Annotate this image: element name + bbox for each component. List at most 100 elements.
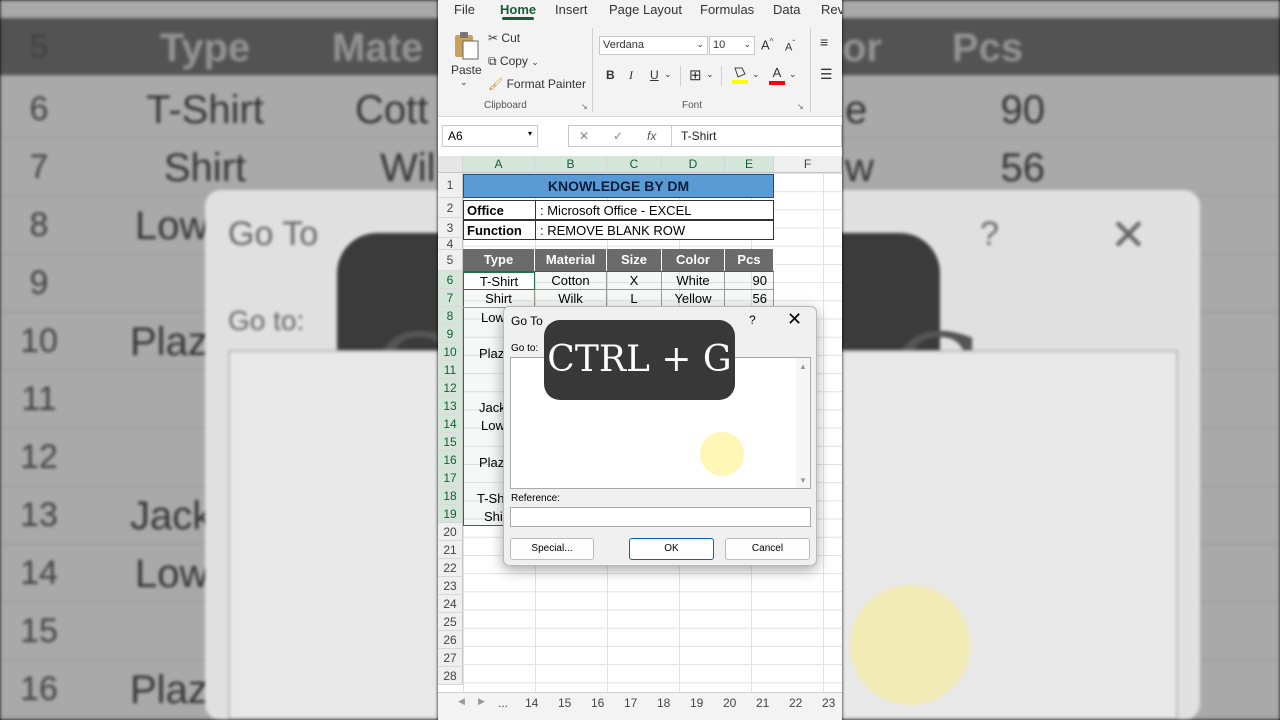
row-header[interactable]: 23 (438, 577, 463, 595)
sheet-tab[interactable]: 20 (723, 696, 736, 710)
col-header-b[interactable]: B (535, 156, 607, 173)
scroll-right-icon[interactable]: ▶ (478, 696, 485, 707)
paste-button[interactable]: Paste (451, 63, 482, 77)
col-header-f[interactable]: F (774, 156, 842, 173)
font-name-box[interactable]: Verdana ⌄ (599, 36, 708, 55)
row-header[interactable]: 12 (438, 379, 463, 397)
sheet-tab[interactable]: 21 (756, 696, 769, 710)
goto-list-scrollbar[interactable]: ▲ ▼ (796, 358, 810, 488)
header-type[interactable]: Type (463, 249, 535, 271)
cancel-button[interactable]: Cancel (725, 538, 810, 560)
sheet-tab[interactable]: 17 (624, 696, 637, 710)
bold-button[interactable]: B (606, 68, 615, 82)
fill-color-dropdown-icon[interactable]: ⌄ (752, 69, 760, 80)
font-color-dropdown-icon[interactable]: ⌄ (789, 69, 797, 80)
align-top-icon[interactable]: ≡ (820, 34, 828, 50)
header-size[interactable]: Size (607, 249, 662, 271)
row-header[interactable]: 26 (438, 631, 463, 649)
cell-a19[interactable]: Shi (484, 509, 503, 524)
italic-button[interactable]: I (629, 68, 633, 83)
row-header[interactable]: 7 (438, 289, 463, 307)
row-header[interactable]: 2 (438, 198, 463, 218)
col-header-d[interactable]: D (662, 156, 725, 173)
tab-data[interactable]: Data (773, 2, 800, 17)
sheet-tab[interactable]: 23 (822, 696, 835, 710)
increase-font-icon[interactable]: A^ (761, 37, 773, 52)
row-header[interactable]: 24 (438, 595, 463, 613)
row-header[interactable]: 25 (438, 613, 463, 631)
row-header[interactable]: 11 (438, 361, 463, 379)
col-header-e[interactable]: E (725, 156, 774, 173)
special-button[interactable]: Special... (510, 538, 594, 560)
sheet-tab[interactable]: 22 (789, 696, 802, 710)
name-box[interactable]: A6 ▾ (442, 125, 538, 147)
scroll-up-icon[interactable]: ▲ (799, 362, 807, 371)
row-header[interactable]: 22 (438, 559, 463, 577)
cell-b6[interactable]: Cotton (535, 272, 607, 290)
cell-a8[interactable]: Low (481, 310, 505, 325)
office-row[interactable]: Office : Microsoft Office - EXCEL (463, 200, 774, 220)
row-header[interactable]: 10 (438, 343, 463, 361)
sheet-tab[interactable]: 19 (690, 696, 703, 710)
cell-d6[interactable]: White (662, 272, 725, 290)
cell-a13[interactable]: Jack (479, 400, 506, 415)
borders-dropdown-icon[interactable]: ⌄ (706, 69, 714, 80)
reference-input[interactable] (510, 507, 811, 527)
help-icon[interactable]: ? (749, 313, 756, 327)
fill-color-icon[interactable] (732, 65, 748, 85)
row-header[interactable]: 27 (438, 649, 463, 667)
sheet-tab[interactable]: 15 (558, 696, 571, 710)
row-header[interactable]: 13 (438, 397, 463, 415)
row-header[interactable]: 17 (438, 469, 463, 487)
copy-button[interactable]: ⧉ Copy ⌄ (488, 54, 539, 69)
header-color[interactable]: Color (662, 249, 725, 271)
header-pcs[interactable]: Pcs (725, 249, 774, 271)
cell-a16[interactable]: Plaz (479, 455, 504, 470)
row-header[interactable]: 9 (438, 325, 463, 343)
font-size-box[interactable]: 10 ⌄ (709, 36, 755, 55)
paste-icon[interactable] (452, 31, 480, 61)
cell-c6[interactable]: X (607, 272, 662, 290)
close-icon[interactable]: ✕ (787, 309, 802, 330)
sheet-tab[interactable]: 18 (657, 696, 670, 710)
align-left-icon[interactable]: ☰ (820, 66, 833, 83)
tab-home[interactable]: Home (500, 2, 536, 20)
cell-a6[interactable]: T-Shirt (463, 272, 535, 290)
function-row[interactable]: Function : REMOVE BLANK ROW (463, 220, 774, 240)
row-header[interactable]: 28 (438, 667, 463, 685)
cut-button[interactable]: ✂ Cut (488, 31, 520, 45)
col-header-c[interactable]: C (607, 156, 662, 173)
cell-a14[interactable]: Low (481, 418, 505, 433)
cell-a18[interactable]: T-Sh (477, 491, 504, 506)
cell-e6[interactable]: 90 (725, 272, 774, 290)
underline-button[interactable]: U (650, 68, 659, 82)
tab-insert[interactable]: Insert (555, 2, 588, 17)
tab-formulas[interactable]: Formulas (700, 2, 754, 17)
scroll-left-icon[interactable]: ◀ (458, 696, 465, 707)
cell-a10[interactable]: Plaz (479, 346, 504, 361)
scroll-down-icon[interactable]: ▼ (799, 476, 807, 485)
sheetbar-ellipsis[interactable]: ... (498, 696, 508, 710)
sheet-tab[interactable]: 16 (591, 696, 604, 710)
sheet-tab[interactable]: 14 (525, 696, 538, 710)
row-header[interactable]: 14 (438, 415, 463, 433)
decrease-font-icon[interactable]: Aˇ (785, 39, 795, 54)
format-painter-button[interactable]: 🖌 Format Painter (488, 77, 586, 91)
ok-button[interactable]: OK (629, 538, 714, 560)
tab-file[interactable]: File (454, 2, 475, 17)
clipboard-launcher-icon[interactable]: ↘ (581, 102, 588, 111)
row-header[interactable]: 1 (438, 173, 463, 198)
header-material[interactable]: Material (535, 249, 607, 271)
row-header[interactable]: 4 (438, 238, 463, 250)
sheet-title-cell[interactable]: KNOWLEDGE BY DM (463, 174, 774, 198)
tab-review[interactable]: Revi (821, 2, 842, 17)
font-launcher-icon[interactable]: ↘ (797, 102, 804, 111)
row-header[interactable]: 15 (438, 433, 463, 451)
row-header[interactable]: 8 (438, 307, 463, 325)
row-header[interactable]: 18 (438, 487, 463, 505)
font-color-icon[interactable]: A (769, 65, 785, 85)
row-header[interactable]: 20 (438, 523, 463, 541)
row-header[interactable]: 5 (438, 250, 463, 271)
select-all-corner[interactable] (438, 156, 463, 173)
row-header[interactable]: 19 (438, 505, 463, 523)
